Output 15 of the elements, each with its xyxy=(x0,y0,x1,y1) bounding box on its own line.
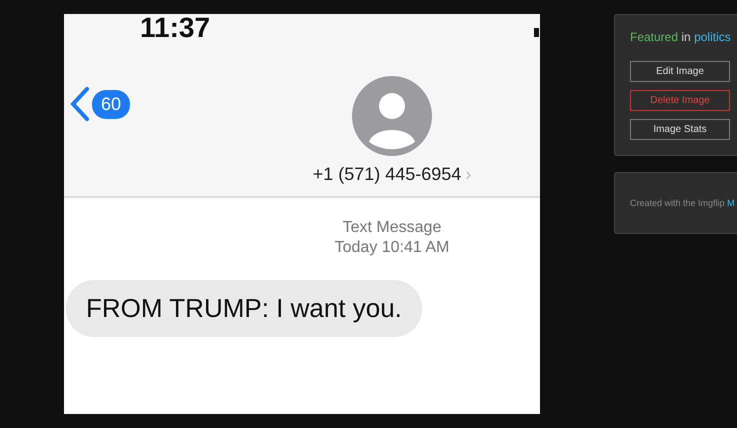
unread-count-badge[interactable]: 60 xyxy=(92,90,130,118)
avatar-icon xyxy=(352,76,432,156)
generator-link[interactable]: M xyxy=(727,198,735,208)
action-button[interactable]: Edit Image xyxy=(630,61,730,82)
status-time: 11:37 xyxy=(140,14,210,42)
message-timestamp: Today 10:41 AM xyxy=(334,238,450,258)
contact-number[interactable]: +1 (571) 445-6954 xyxy=(312,164,462,185)
service-label: Text Message xyxy=(342,218,442,238)
action-button[interactable]: Image Stats xyxy=(630,119,730,140)
battery-icon xyxy=(534,28,539,37)
back-chevron-icon xyxy=(70,87,90,121)
featured-label: Featured in politics xyxy=(630,30,732,44)
credit-text: Created with the Imgflip M xyxy=(630,197,736,210)
chevron-icon: › xyxy=(465,164,472,185)
message-bubble: FROM TRUMP: I want you. xyxy=(66,280,422,337)
